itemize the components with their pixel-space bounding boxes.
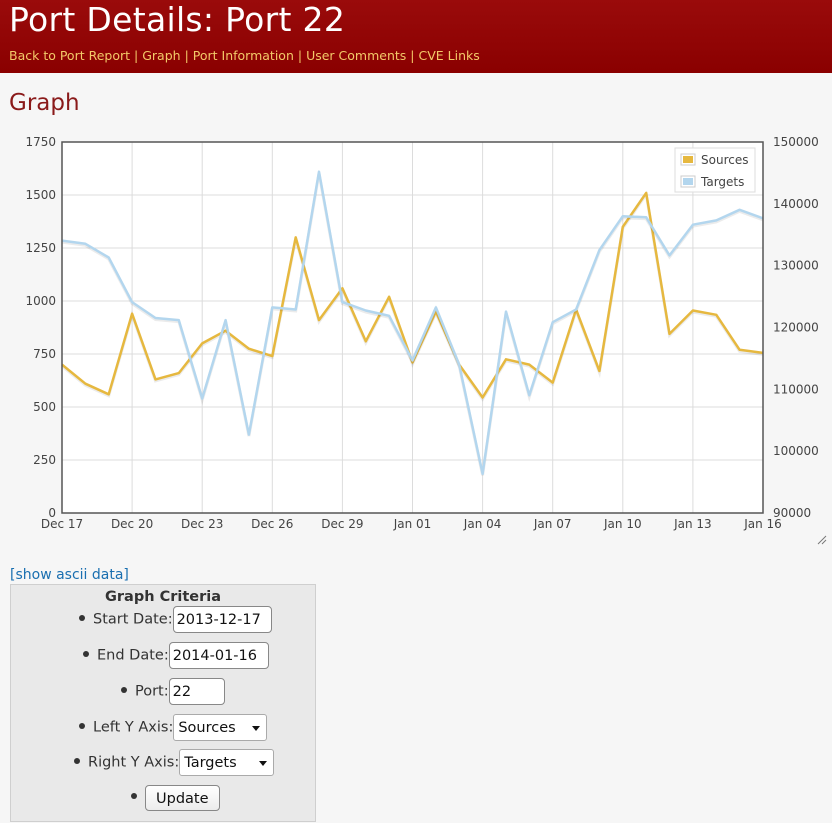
y-left-tick-label: 500 <box>33 400 56 414</box>
y-right-tick-label: 130000 <box>773 259 819 273</box>
start-date-row: Start Date: 2013-12-17 <box>79 606 272 636</box>
left-axis-select[interactable]: Sources <box>173 714 268 741</box>
x-tick-label: Jan 10 <box>603 517 642 531</box>
left-axis-value: Sources <box>178 720 236 736</box>
y-right-tick-label: 120000 <box>773 321 819 335</box>
end-date-label: End Date: <box>97 647 169 664</box>
x-tick-label: Dec 20 <box>111 517 153 531</box>
criteria-title: Graph Criteria <box>104 589 222 605</box>
bullet-icon <box>74 757 80 764</box>
chart-container: 0 250 500 750 1000 1250 1500 1750 90000 100000 110… <box>0 130 832 550</box>
y-left-tick-label: 1750 <box>25 135 56 149</box>
y-left-tick-label: 750 <box>33 347 56 361</box>
section-title-graph: Graph <box>9 90 80 116</box>
left-axis-row: Left Y Axis: Sources <box>79 714 268 744</box>
legend-label-sources: Sources <box>701 153 748 167</box>
port-label: Port: <box>135 683 169 700</box>
x-tick-label: Jan 13 <box>673 517 712 531</box>
y-left-tick-label: 1500 <box>25 188 56 202</box>
end-date-input[interactable]: 2014-01-16 <box>168 642 269 669</box>
left-axis-label: Left Y Axis: <box>93 719 174 736</box>
y-left-tick-label: 250 <box>33 453 56 467</box>
bullet-icon <box>121 686 127 693</box>
legend-label-targets: Targets <box>700 175 744 189</box>
x-tick-label: Dec 17 <box>41 517 83 531</box>
right-axis-row: Right Y Axis: Targets <box>74 749 275 779</box>
page-title: Port Details: Port 22 <box>9 0 346 39</box>
update-row: Update <box>131 785 220 815</box>
x-tick-label: Dec 29 <box>321 517 363 531</box>
start-date-label: Start Date: <box>93 611 173 628</box>
y-right-tick-label: 150000 <box>773 135 819 149</box>
graph-criteria-panel: Graph Criteria Start Date: 2013-12-17 End… <box>10 584 316 822</box>
update-button[interactable]: Update <box>145 785 220 811</box>
bullet-icon <box>131 793 137 799</box>
right-axis-value: Targets <box>184 755 237 771</box>
x-tick-label: Jan 01 <box>393 517 432 531</box>
nav-link-user-comments[interactable]: User Comments <box>306 48 406 63</box>
line-chart: 0250500750100012501500175090000100000110… <box>25 135 819 531</box>
show-ascii-data-link[interactable]: [show ascii data] <box>10 567 129 583</box>
page-header: Port Details: Port 22 Back to Port Repor… <box>0 0 832 73</box>
nav-separator: | <box>297 48 303 63</box>
port-row: Port: 22 <box>121 678 225 708</box>
nav-link-cve-links[interactable]: CVE Links <box>419 48 480 63</box>
nav-link-port-information[interactable]: Port Information <box>193 48 294 63</box>
y-left-tick-label: 1250 <box>25 241 56 255</box>
y-left-tick-label: 1000 <box>25 294 56 308</box>
y-right-tick-label: 110000 <box>773 382 819 396</box>
chevron-down-icon <box>259 761 268 766</box>
x-tick-label: Jan 07 <box>533 517 572 531</box>
x-tick-label: Dec 23 <box>181 517 223 531</box>
legend-swatch-targets <box>683 178 693 185</box>
nav-links: Back to Port Report | Graph | Port Infor… <box>9 48 480 64</box>
legend-swatch-sources <box>683 156 693 163</box>
nav-separator: | <box>410 48 415 63</box>
right-axis-select[interactable]: Targets <box>179 749 275 776</box>
y-right-tick-label: 100000 <box>773 444 819 458</box>
resize-handle-icon[interactable] <box>817 535 827 545</box>
x-tick-label: Jan 04 <box>463 517 502 531</box>
x-tick-label: Jan 16 <box>743 517 782 531</box>
nav-separator: | <box>134 48 139 63</box>
x-tick-label: Dec 26 <box>251 517 293 531</box>
bullet-icon <box>79 614 85 621</box>
end-date-row: End Date: 2014-01-16 <box>83 642 269 672</box>
port-input[interactable]: 22 <box>168 678 225 705</box>
nav-link-graph[interactable]: Graph <box>142 48 180 63</box>
y-right-tick-label: 140000 <box>773 197 819 211</box>
bullet-icon <box>83 650 89 657</box>
right-axis-label: Right Y Axis: <box>88 754 180 771</box>
chevron-down-icon <box>252 726 261 731</box>
bullet-icon <box>79 722 85 729</box>
nav-separator: | <box>184 48 189 63</box>
start-date-input[interactable]: 2013-12-17 <box>172 606 272 633</box>
nav-link-back-to-port-report[interactable]: Back to Port Report <box>9 48 130 63</box>
